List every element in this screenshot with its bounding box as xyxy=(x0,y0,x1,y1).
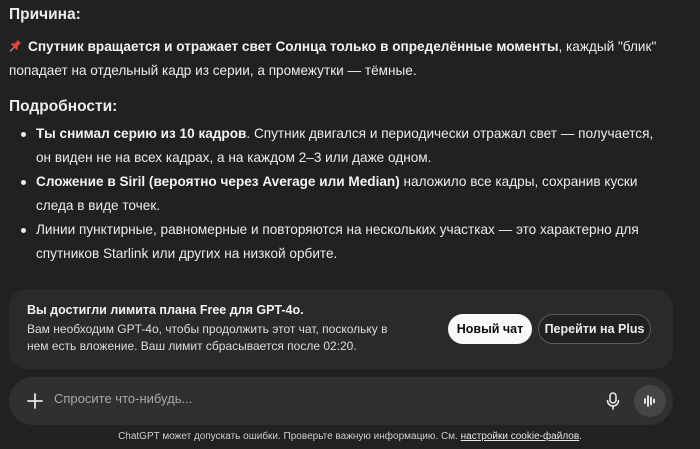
cause-heading: Причина: xyxy=(9,6,81,23)
list-item-text: Линии пунктирные, равномерные и повторяю… xyxy=(36,222,639,261)
list-item: Сложение в Siril (вероятно через Average… xyxy=(9,170,669,218)
cause-bold-text: Спутник вращается и отражает свет Солнца… xyxy=(28,39,559,54)
chat-page: Причина: Спутник вращается и отражает св… xyxy=(0,0,700,449)
microphone-icon[interactable] xyxy=(602,390,624,412)
plan-limit-banner: Вы достигли лимита плана Free для GPT-4o… xyxy=(9,289,673,369)
disclaimer-text: ChatGPT может допускать ошибки. Проверьт… xyxy=(118,431,461,442)
limit-title: Вы достигли лимита плана Free для GPT-4o… xyxy=(27,303,304,317)
voice-mode-icon[interactable] xyxy=(634,385,666,417)
limit-description: Вам необходим GPT-4o, чтобы продолжить э… xyxy=(27,322,388,353)
message-composer: Спросите что-нибудь... xyxy=(9,377,673,425)
details-list: Ты снимал серию из 10 кадров. Спутник дв… xyxy=(9,122,669,266)
plus-icon[interactable] xyxy=(23,389,47,413)
disclaimer-footer: ChatGPT может допускать ошибки. Проверьт… xyxy=(0,431,700,442)
list-item: Ты снимал серию из 10 кадров. Спутник дв… xyxy=(9,122,669,170)
pushpin-icon xyxy=(9,35,22,59)
details-heading: Подробности: xyxy=(9,98,118,115)
list-item-bold: Сложение в Siril (вероятно через Average… xyxy=(36,174,400,189)
disclaimer-suffix: . xyxy=(579,431,582,442)
list-item: Линии пунктирные, равномерные и повторяю… xyxy=(9,218,669,266)
list-item-bold: Ты снимал серию из 10 кадров xyxy=(36,126,247,141)
cause-paragraph: Спутник вращается и отражает свет Солнца… xyxy=(9,35,669,83)
upgrade-plus-button[interactable]: Перейти на Plus xyxy=(538,314,651,344)
prompt-input[interactable]: Спросите что-нибудь... xyxy=(54,391,192,406)
cookie-settings-link[interactable]: настройки cookie-файлов xyxy=(461,431,580,442)
new-chat-button[interactable]: Новый чат xyxy=(448,314,532,344)
